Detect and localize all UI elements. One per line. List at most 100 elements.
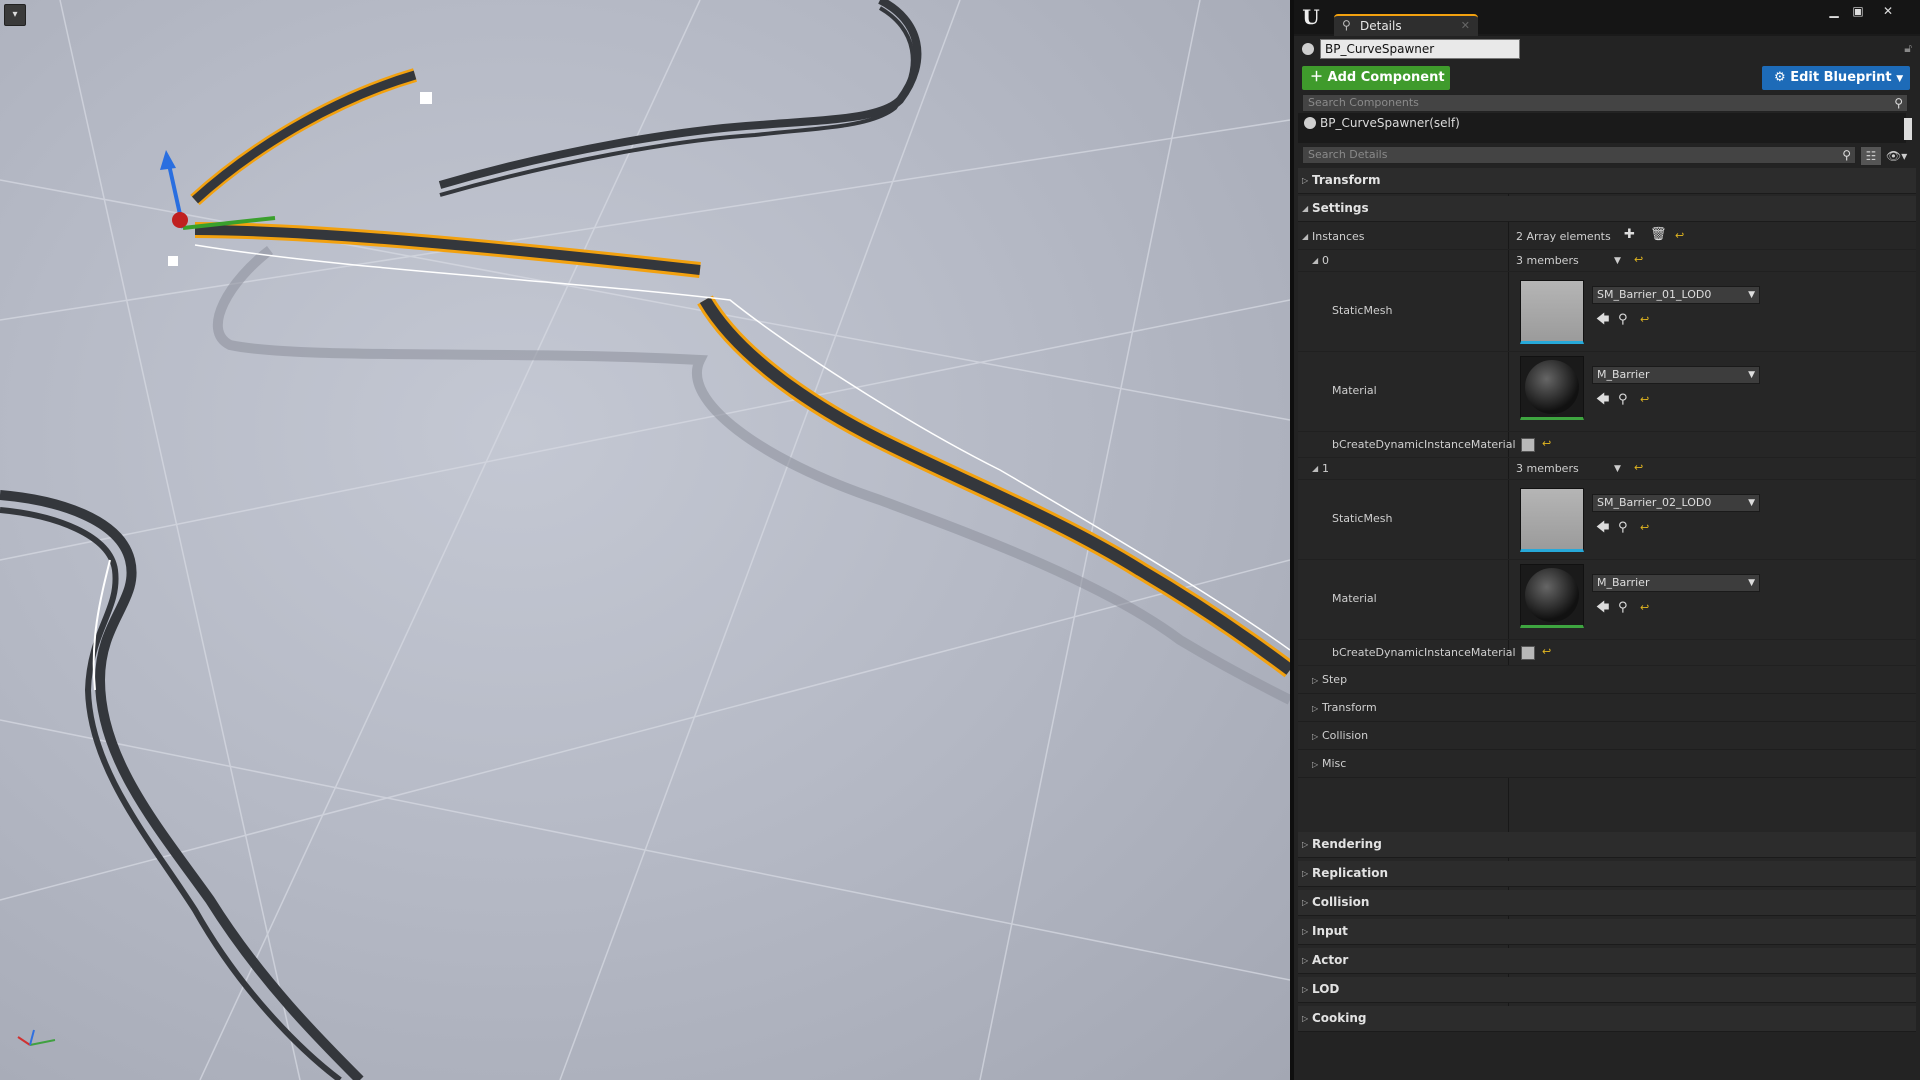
use-selected-arrow-icon[interactable]: 🡄	[1596, 598, 1618, 620]
collapse-arrow-icon[interactable]: ◢	[1302, 232, 1308, 241]
static-mesh-value: SM_Barrier_01_LOD0	[1597, 288, 1712, 301]
static-mesh-row: StaticMesh SM_Barrier_01_LOD0 ▼ 🡄 ⚲ ↩	[1298, 272, 1916, 352]
use-selected-arrow-icon[interactable]: 🡄	[1596, 518, 1618, 540]
category-cooking[interactable]: ▷ Cooking	[1298, 1006, 1916, 1032]
browse-search-icon[interactable]: ⚲	[1618, 600, 1640, 615]
expand-arrow-icon: ▷	[1312, 760, 1319, 769]
axis-indicator	[17, 1029, 56, 1046]
add-component-button[interactable]: ＋ Add Component ▼	[1302, 66, 1450, 108]
static-mesh-thumbnail[interactable]	[1520, 280, 1584, 344]
trash-icon[interactable]: 🗑︎	[1650, 227, 1667, 242]
reset-to-default-icon[interactable]: ↩	[1542, 437, 1551, 450]
search-icon: ⚲	[1894, 96, 1903, 110]
static-mesh-thumbnail[interactable]	[1520, 488, 1584, 552]
minimize-icon[interactable]: ▁	[1822, 4, 1846, 18]
search-details-input[interactable]: Search Details ⚲	[1302, 146, 1856, 164]
category-rendering[interactable]: ▷ Rendering	[1298, 832, 1916, 858]
add-element-icon[interactable]: ✚	[1624, 227, 1635, 242]
component-item[interactable]: BP_CurveSpawner(self)	[1298, 113, 1906, 133]
property-grid: ▷ Transform ◢ Settings ◢ Instances 2 Arr…	[1298, 168, 1916, 1032]
chevron-down-icon[interactable]: ▼	[1614, 256, 1621, 266]
expand-arrow-icon: ▷	[1302, 985, 1309, 994]
property-label: Material	[1332, 592, 1377, 605]
lock-icon[interactable]: 🔓︎	[1904, 41, 1912, 56]
add-component-label: Add Component	[1327, 70, 1445, 85]
browse-search-icon[interactable]: ⚲	[1618, 312, 1640, 327]
material-thumbnail[interactable]	[1520, 356, 1584, 420]
tab-close-icon[interactable]: ✕	[1461, 19, 1470, 32]
browse-search-icon[interactable]: ⚲	[1618, 520, 1640, 535]
members-count: 3 members	[1516, 462, 1579, 475]
fence-left	[0, 490, 364, 1080]
viewport-options-dropdown[interactable]: ▾	[4, 4, 26, 26]
reset-to-default-icon[interactable]: ↩	[1675, 229, 1684, 242]
reset-to-default-icon[interactable]: ↩	[1640, 313, 1662, 326]
chevron-down-icon[interactable]: ▼	[1614, 464, 1621, 474]
subcategory-label: Misc	[1322, 757, 1347, 770]
category-replication[interactable]: ▷ Replication	[1298, 861, 1916, 887]
material-picker[interactable]: M_Barrier ▼	[1592, 366, 1760, 384]
static-mesh-picker[interactable]: SM_Barrier_01_LOD0 ▼	[1592, 286, 1760, 304]
component-tree-scrollbar[interactable]	[1904, 118, 1912, 140]
category-label: Input	[1312, 924, 1348, 938]
reset-to-default-icon[interactable]: ↩	[1640, 601, 1662, 614]
expand-arrow-icon: ▷	[1302, 927, 1309, 936]
category-input[interactable]: ▷ Input	[1298, 919, 1916, 945]
subcategory-misc[interactable]: ▷ Misc	[1298, 750, 1916, 778]
edit-blueprint-button[interactable]: ⚙ Edit Blueprint ▼	[1762, 66, 1910, 90]
material-row: Material M_Barrier ▼ 🡄 ⚲ ↩	[1298, 560, 1916, 640]
tab-details[interactable]: ⚲ Details ✕	[1334, 14, 1478, 36]
category-lod[interactable]: ▷ LOD	[1298, 977, 1916, 1003]
reset-to-default-icon[interactable]: ↩	[1634, 253, 1643, 266]
static-mesh-picker[interactable]: SM_Barrier_02_LOD0 ▼	[1592, 494, 1760, 512]
asset-tools: 🡄 ⚲ ↩	[1596, 598, 1662, 615]
maximize-icon[interactable]: ▣	[1846, 4, 1870, 18]
property-matrix-icon[interactable]: ☷	[1860, 146, 1882, 166]
chevron-down-icon: ▼	[1896, 74, 1904, 84]
collapse-arrow-icon[interactable]: ◢	[1312, 256, 1318, 265]
reset-to-default-icon[interactable]: ↩	[1542, 645, 1551, 658]
subcategory-collision[interactable]: ▷ Collision	[1298, 722, 1916, 750]
reset-to-default-icon[interactable]: ↩	[1640, 393, 1662, 406]
fence-selected	[190, 68, 1290, 678]
category-label: Replication	[1312, 866, 1389, 880]
category-actor[interactable]: ▷ Actor	[1298, 948, 1916, 974]
reset-to-default-icon[interactable]: ↩	[1640, 521, 1662, 534]
subcategory-label: Step	[1322, 673, 1348, 686]
actor-icon	[1302, 43, 1314, 55]
asset-tools: 🡄 ⚲ ↩	[1596, 310, 1662, 327]
category-settings[interactable]: ◢ Settings	[1298, 196, 1916, 222]
close-icon[interactable]: ✕	[1876, 4, 1900, 18]
property-label: StaticMesh	[1332, 304, 1393, 317]
actor-name-input[interactable]: BP_CurveSpawner	[1320, 39, 1520, 59]
material-picker[interactable]: M_Barrier ▼	[1592, 574, 1760, 592]
use-selected-arrow-icon[interactable]: 🡄	[1596, 390, 1618, 412]
dynamic-material-checkbox[interactable]	[1521, 646, 1535, 660]
category-transform[interactable]: ▷ Transform	[1298, 168, 1916, 194]
level-viewport[interactable]: ▾	[0, 0, 1290, 1080]
search-components-input[interactable]: Search Components ⚲	[1302, 94, 1908, 112]
expand-arrow-icon: ▷	[1312, 676, 1319, 685]
expand-arrow-icon: ▷	[1302, 869, 1309, 878]
subcategory-step[interactable]: ▷ Step	[1298, 666, 1916, 694]
view-options-eye-icon[interactable]: 👁︎▾	[1886, 147, 1914, 165]
material-sphere-icon	[1525, 568, 1579, 622]
property-label: bCreateDynamicInstanceMaterial	[1332, 646, 1516, 659]
property-label: Material	[1332, 384, 1377, 397]
use-selected-arrow-icon[interactable]: 🡄	[1596, 310, 1618, 332]
asset-tools: 🡄 ⚲ ↩	[1596, 518, 1662, 535]
material-thumbnail[interactable]	[1520, 564, 1584, 628]
chevron-down-icon: ▼	[1748, 370, 1755, 380]
actor-icon	[1304, 117, 1316, 129]
tab-label: Details	[1360, 19, 1402, 33]
category-label: Settings	[1312, 201, 1369, 215]
reset-to-default-icon[interactable]: ↩	[1634, 461, 1643, 474]
browse-search-icon[interactable]: ⚲	[1618, 392, 1640, 407]
plus-icon: ＋	[1310, 70, 1324, 85]
dynamic-material-checkbox[interactable]	[1521, 438, 1535, 452]
expand-arrow-icon: ▷	[1312, 732, 1319, 741]
dynamic-material-row: bCreateDynamicInstanceMaterial ↩	[1298, 640, 1916, 666]
subcategory-transform[interactable]: ▷ Transform	[1298, 694, 1916, 722]
category-collision[interactable]: ▷ Collision	[1298, 890, 1916, 916]
collapse-arrow-icon[interactable]: ◢	[1312, 464, 1318, 473]
